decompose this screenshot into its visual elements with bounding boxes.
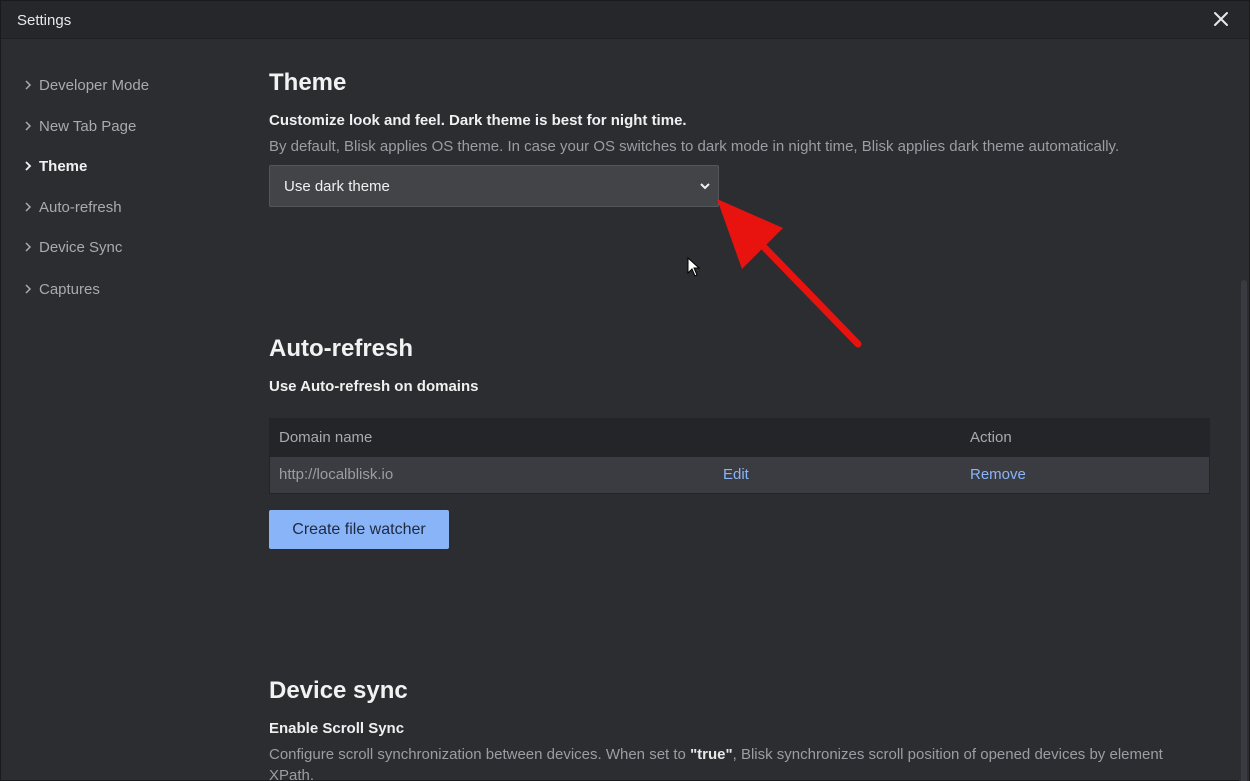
settings-content: Theme Customize look and feel. Dark them… [269,40,1229,781]
sidebar-item-developer-mode[interactable]: Developer Mode [23,75,149,95]
sidebar-item-label: Device Sync [39,238,123,256]
autorefresh-heading: Auto-refresh [269,335,414,362]
remove-link[interactable]: Remove [970,466,1026,483]
sidebar-item-theme[interactable]: Theme [23,156,87,176]
devicesync-heading: Device sync [269,677,408,704]
theme-select[interactable]: Use dark theme [269,165,719,207]
sidebar-item-label: Auto-refresh [39,198,122,216]
chevron-right-icon [25,121,32,131]
chevron-right-icon [25,284,32,294]
close-icon[interactable] [1211,9,1231,29]
chevron-right-icon [25,161,32,171]
devicesync-subheading: Enable Scroll Sync [269,720,405,737]
devicesync-description: Configure scroll synchronization between… [269,744,1199,781]
window-title: Settings [17,12,72,29]
sidebar-item-label: Developer Mode [39,76,150,94]
column-header-action: Action [970,429,1012,446]
devicesync-description-highlight: "true" [690,746,733,763]
scrollbar-thumb[interactable] [1241,280,1247,781]
theme-heading: Theme [269,69,347,96]
settings-window: Settings Developer Mode New Tab Page The… [0,0,1250,781]
scrollbar[interactable] [1239,40,1249,781]
create-file-watcher-button[interactable]: Create file watcher [269,510,449,549]
chevron-right-icon [25,242,32,252]
sidebar: Developer Mode New Tab Page Theme Auto-r… [1,40,241,781]
theme-select-value: Use dark theme [284,177,390,195]
sidebar-item-device-sync[interactable]: Device Sync [23,237,122,257]
column-header-domain: Domain name [279,429,373,446]
domain-cell: http://localblisk.io [279,466,394,483]
chevron-right-icon [25,80,32,90]
devicesync-description-start: Configure scroll synchronization between… [269,746,691,763]
autorefresh-subheading: Use Auto-refresh on domains [269,378,479,395]
chevron-right-icon [25,202,32,212]
chevron-down-icon [700,183,710,190]
sidebar-item-label: Theme [39,157,88,175]
sidebar-item-new-tab-page[interactable]: New Tab Page [23,116,136,136]
theme-description: By default, Blisk applies OS theme. In c… [269,138,1120,155]
table-row: http://localblisk.io Edit Remove [270,457,1209,493]
sidebar-item-captures[interactable]: Captures [23,279,100,299]
sidebar-item-label: Captures [39,280,100,298]
domains-table: Domain name Action http://localblisk.io … [269,418,1210,494]
edit-link[interactable]: Edit [723,466,749,483]
theme-subheading: Customize look and feel. Dark theme is b… [269,112,687,129]
table-header: Domain name Action [270,419,1209,457]
sidebar-item-auto-refresh[interactable]: Auto-refresh [23,197,122,217]
title-bar: Settings [1,1,1249,39]
sidebar-item-label: New Tab Page [39,117,137,135]
